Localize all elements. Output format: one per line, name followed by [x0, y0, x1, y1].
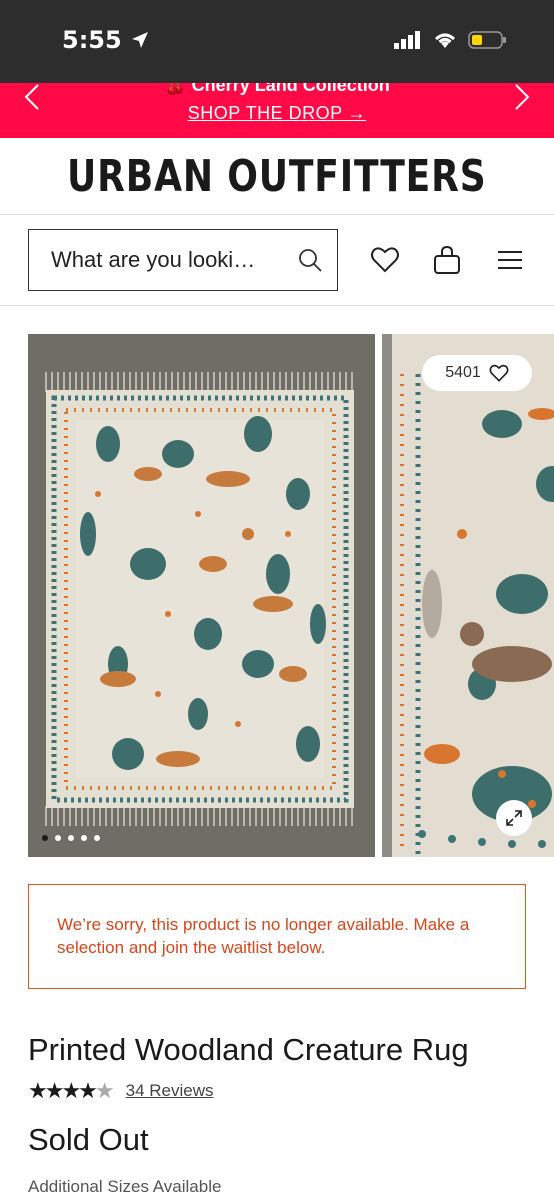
search-input[interactable]: What are you looki… — [28, 229, 338, 291]
like-button[interactable]: 5401 — [422, 355, 532, 391]
signal-icon — [394, 31, 420, 49]
promo-banner: 🍒 Cherry Land Collection SHOP THE DROP → — [0, 83, 554, 138]
star-rating: ★★★★★ — [28, 1078, 115, 1104]
gallery-dot[interactable] — [42, 835, 48, 841]
rug-illustration — [28, 334, 375, 857]
expand-image-button[interactable] — [496, 800, 532, 836]
gallery-dot[interactable] — [94, 835, 100, 841]
gallery-dots[interactable] — [42, 835, 100, 841]
additional-sizes-label: Additional Sizes Available — [28, 1177, 222, 1196]
gallery-dot[interactable] — [68, 835, 74, 841]
search-icon[interactable] — [297, 247, 323, 273]
product-price: Sold Out — [28, 1122, 149, 1157]
product-title: Printed Woodland Creature Rug — [28, 1032, 469, 1067]
product-rating: ★★★★★ 34 Reviews — [28, 1078, 214, 1104]
battery-icon — [468, 31, 506, 49]
gallery-dot[interactable] — [81, 835, 87, 841]
status-time: 5:55 — [62, 26, 150, 54]
product-gallery[interactable] — [0, 334, 554, 857]
nav-bar: What are you looki… — [0, 215, 554, 306]
expand-icon — [506, 810, 522, 826]
reviews-link[interactable]: 34 Reviews — [126, 1081, 214, 1101]
search-placeholder: What are you looki… — [51, 247, 256, 272]
like-count: 5401 — [445, 364, 481, 381]
unavailable-alert: We’re sorry, this product is no longer a… — [28, 884, 526, 989]
location-arrow-icon — [132, 32, 149, 48]
wifi-icon — [435, 33, 455, 48]
chevron-right-icon[interactable] — [506, 83, 536, 113]
brand-logo[interactable]: URBAN OUTFITTERS — [67, 151, 487, 202]
bag-icon[interactable] — [432, 245, 462, 275]
promo-title: 🍒 Cherry Land Collection — [164, 83, 390, 95]
status-bar: 5:55 — [0, 0, 554, 83]
rug-closeup-illustration — [382, 334, 554, 857]
stars-empty: ★ — [94, 1078, 115, 1103]
shop-the-drop-link[interactable]: SHOP THE DROP → — [0, 103, 554, 124]
status-icons — [394, 30, 508, 50]
chevron-left-icon[interactable] — [18, 83, 48, 113]
logo-bar: URBAN OUTFITTERS — [0, 138, 554, 215]
product-image-main[interactable] — [28, 334, 375, 857]
stars-filled: ★★★★ — [28, 1078, 98, 1103]
menu-icon[interactable] — [495, 245, 525, 275]
product-image-secondary[interactable] — [382, 334, 554, 857]
gallery-dot[interactable] — [55, 835, 61, 841]
heart-icon — [489, 364, 509, 382]
heart-icon[interactable] — [370, 245, 400, 275]
